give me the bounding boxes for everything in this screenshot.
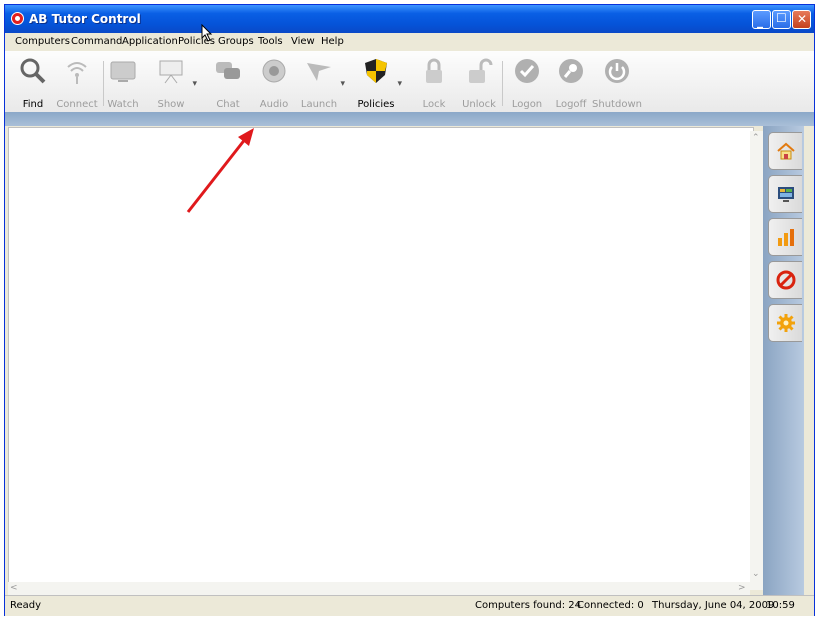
screens-icon: [778, 187, 794, 202]
shield-icon: [365, 59, 387, 83]
computer-list-area[interactable]: [8, 127, 754, 590]
close-icon: ✕: [797, 12, 808, 26]
side-panel: [763, 126, 804, 597]
app-window: AB Tutor Control _ ☐ ✕ Computers Command…: [4, 4, 815, 616]
scroll-up-icon[interactable]: ⌃: [752, 133, 760, 143]
status-date: Thursday, June 04, 2009: [652, 600, 775, 611]
logoff-button[interactable]: Logoff: [545, 53, 597, 111]
window-title: AB Tutor Control: [29, 12, 141, 26]
show-button[interactable]: Show ▾: [145, 53, 197, 111]
connect-button[interactable]: Connect: [51, 53, 103, 111]
scroll-down-icon[interactable]: ⌄: [752, 569, 760, 579]
maximize-button[interactable]: ☐: [772, 10, 791, 29]
minimize-button[interactable]: _: [752, 10, 771, 29]
launch-button[interactable]: Launch ▾: [293, 53, 345, 111]
shutdown-button[interactable]: Shutdown: [591, 53, 643, 111]
wireless-icon: [67, 62, 87, 84]
chart-icon: [778, 229, 794, 246]
scroll-right-icon[interactable]: >: [738, 583, 746, 593]
unlock-button[interactable]: Unlock: [453, 53, 505, 111]
policies-button[interactable]: Policies ▾: [350, 53, 402, 111]
unlock-icon: [469, 58, 493, 83]
chat-icon: [216, 62, 240, 79]
watch-button[interactable]: Watch: [97, 53, 149, 111]
menu-help[interactable]: Help: [321, 36, 344, 47]
settings-tab[interactable]: [768, 304, 802, 342]
menu-application[interactable]: Application: [122, 36, 178, 47]
menu-bar: Computers Command Application Policies G…: [5, 33, 814, 51]
close-button[interactable]: ✕: [792, 10, 811, 29]
mouse-cursor-icon: [201, 24, 213, 42]
policies-label: Policies: [357, 99, 395, 110]
policies-dropdown-icon[interactable]: ▾: [397, 79, 402, 89]
gear-icon: [777, 314, 795, 332]
launch-dropdown-icon[interactable]: ▾: [340, 79, 345, 89]
power-icon: [605, 59, 629, 83]
home-icon: [777, 142, 795, 160]
toolbar: Find Connect Watch Show ▾ Chat Audio Lau…: [5, 51, 814, 113]
maximize-icon: ☐: [776, 11, 787, 25]
launch-label: Launch: [300, 99, 338, 110]
shutdown-label: Shutdown: [592, 99, 642, 110]
horizontal-scrollbar[interactable]: < >: [8, 582, 750, 595]
logoff-label: Logoff: [555, 99, 587, 110]
title-bar[interactable]: AB Tutor Control _ ☐ ✕: [5, 5, 814, 33]
block-icon: [776, 270, 796, 290]
lock-icon: [426, 58, 442, 83]
watch-label: Watch: [107, 99, 139, 110]
restrictions-tab[interactable]: [768, 261, 802, 299]
presentation-icon: [159, 60, 183, 84]
connected-count: Connected: 0: [577, 600, 644, 611]
computers-found-count: Computers found: 24: [475, 600, 582, 611]
home-tab[interactable]: [768, 132, 802, 170]
key-icon: [559, 59, 583, 83]
status-bar: Ready Computers found: 24 Connected: 0 T…: [5, 595, 814, 616]
menu-groups[interactable]: Groups: [218, 36, 254, 47]
app-logo-icon: [11, 12, 24, 25]
show-label: Show: [157, 99, 185, 110]
search-icon: [20, 58, 46, 84]
menu-tools[interactable]: Tools: [258, 36, 283, 47]
screens-tab[interactable]: [768, 175, 802, 213]
vertical-scrollbar[interactable]: ⌃ ⌄: [750, 131, 763, 590]
unlock-label: Unlock: [462, 99, 496, 110]
status-time: 10:59: [766, 600, 795, 611]
check-icon: [515, 59, 539, 83]
chat-label: Chat: [216, 99, 240, 110]
monitor-icon: [110, 61, 136, 82]
connect-label: Connect: [56, 99, 98, 110]
launch-icon: [307, 63, 331, 81]
minimize-icon: _: [757, 14, 763, 28]
reports-tab[interactable]: [768, 218, 802, 256]
show-dropdown-icon[interactable]: ▾: [192, 79, 197, 89]
status-text: Ready: [10, 600, 42, 611]
scroll-left-icon[interactable]: <: [10, 583, 18, 593]
menu-view[interactable]: View: [291, 36, 315, 47]
menu-computers[interactable]: Computers: [15, 36, 70, 47]
speaker-icon: [262, 59, 286, 83]
chat-button[interactable]: Chat: [202, 53, 254, 111]
header-band: [5, 112, 814, 126]
menu-command[interactable]: Command: [71, 36, 122, 47]
